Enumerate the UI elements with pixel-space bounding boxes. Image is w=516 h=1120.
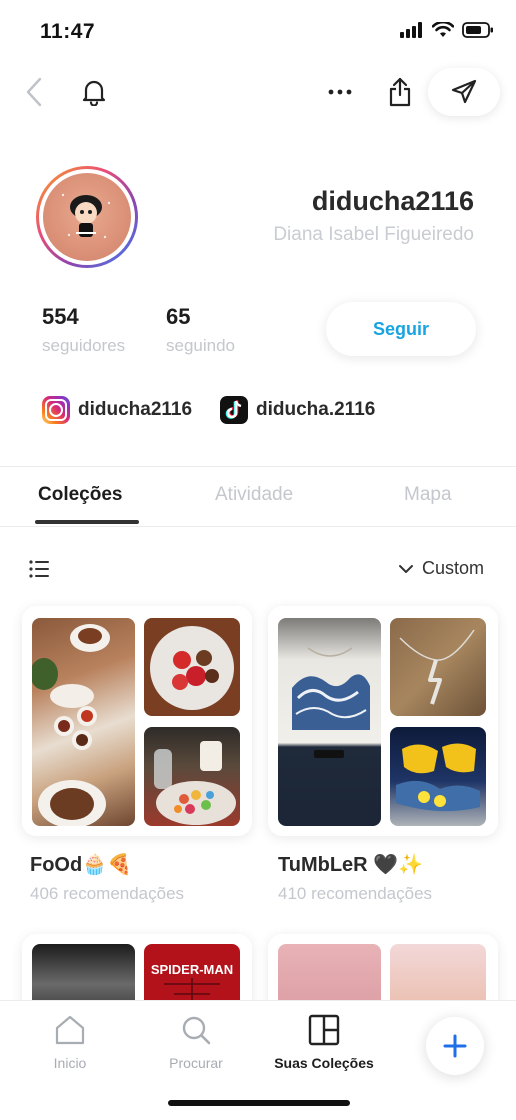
home-icon	[55, 1015, 85, 1045]
instagram-handle: diducha2116	[78, 399, 193, 420]
active-tab-indicator	[35, 520, 139, 524]
share-button[interactable]	[382, 70, 418, 114]
wifi-icon	[432, 22, 454, 37]
notifications-button[interactable]	[76, 72, 112, 112]
collections-icon	[308, 1014, 340, 1046]
nav-search[interactable]: Procurar	[166, 1013, 226, 1071]
follow-button[interactable]: Seguir	[326, 302, 476, 356]
more-dots-icon	[328, 89, 352, 95]
divider	[0, 466, 516, 467]
tab-mapa[interactable]: Mapa	[404, 484, 452, 506]
profile-tabs: Coleções Atividade Mapa	[0, 468, 516, 526]
send-message-button[interactable]	[428, 68, 500, 116]
instagram-icon	[42, 396, 70, 424]
sort-label: Custom	[421, 558, 484, 578]
top-nav	[0, 64, 516, 120]
following-count: 65	[166, 304, 191, 329]
collection-photo	[390, 618, 486, 716]
more-options-button[interactable]	[322, 72, 358, 112]
status-time: 11:47	[40, 20, 96, 43]
collection-photo	[390, 727, 486, 826]
collection-title: TuMbLeR 🖤✨	[278, 854, 423, 876]
following-stat[interactable]: 65 seguindo	[166, 304, 235, 356]
collection-card-tumbler[interactable]	[268, 606, 498, 836]
status-bar: 11:47	[0, 0, 516, 60]
nav-collections-label: Suas Coleções	[274, 1055, 374, 1071]
avatar-image	[43, 173, 131, 261]
tab-colecoes[interactable]: Coleções	[38, 484, 122, 506]
svg-text:SPIDER-MAN: SPIDER-MAN	[151, 962, 233, 977]
nav-collections[interactable]: Suas Coleções	[272, 1013, 376, 1071]
home-indicator	[168, 1100, 350, 1106]
status-icons	[400, 22, 494, 38]
profile-username: diducha2116	[311, 186, 474, 216]
tiktok-link[interactable]: diducha.2116	[220, 396, 375, 424]
profile-full-name: Diana Isabel Figueiredo	[273, 224, 474, 245]
following-label: seguindo	[166, 336, 236, 355]
signal-icon	[400, 22, 422, 38]
collection-count: 410 recomendações	[278, 884, 433, 903]
plus-icon	[443, 1034, 467, 1058]
nav-home-label: Inicio	[53, 1055, 87, 1071]
followers-label: seguidores	[42, 336, 126, 355]
tiktok-handle: diducha.2116	[256, 399, 376, 420]
paper-plane-icon	[451, 79, 477, 104]
collection-photo	[32, 618, 135, 826]
sort-dropdown[interactable]: Custom	[398, 558, 484, 579]
collection-title: FoOd🧁🍕	[30, 854, 133, 876]
chevron-left-icon	[26, 77, 42, 107]
instagram-link[interactable]: diducha2116	[42, 396, 192, 424]
list-icon	[29, 560, 49, 578]
followers-count: 554	[42, 304, 79, 329]
tab-atividade[interactable]: Atividade	[215, 484, 293, 506]
nav-search-label: Procurar	[169, 1055, 223, 1071]
chevron-down-icon	[398, 564, 413, 573]
search-icon	[182, 1016, 211, 1045]
collection-count: 406 recomendações	[30, 884, 185, 903]
collection-photo	[278, 618, 381, 826]
tiktok-icon	[220, 396, 248, 424]
bell-icon	[82, 80, 106, 106]
nav-home[interactable]: Inicio	[48, 1013, 92, 1071]
list-view-button[interactable]	[28, 558, 54, 582]
share-icon	[389, 77, 411, 107]
collection-photo	[144, 618, 240, 716]
battery-icon	[462, 22, 493, 38]
add-button[interactable]	[426, 1017, 484, 1075]
collection-photo	[144, 727, 240, 826]
followers-stat[interactable]: 554 seguidores	[42, 304, 125, 356]
collection-card-food[interactable]	[22, 606, 252, 836]
back-button[interactable]	[18, 72, 50, 112]
divider	[0, 526, 516, 527]
avatar[interactable]	[36, 166, 138, 268]
